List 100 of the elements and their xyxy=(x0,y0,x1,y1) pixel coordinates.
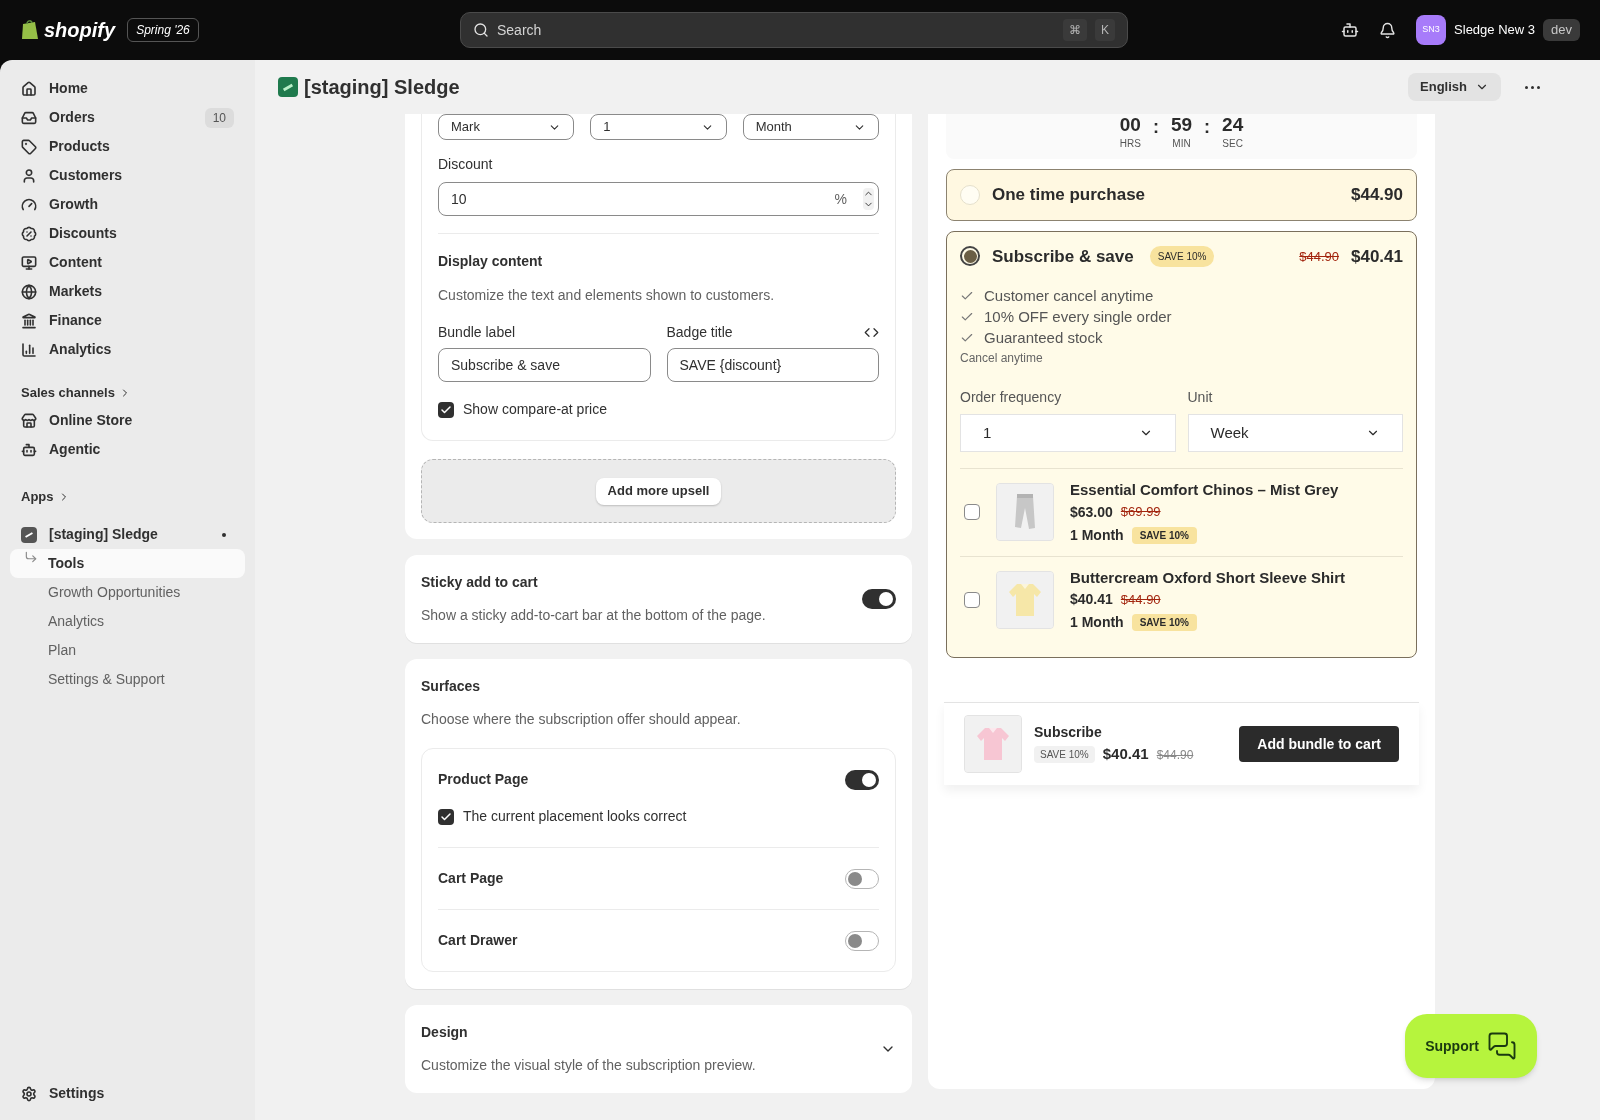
field-label: Discount xyxy=(438,155,494,174)
card-title: Sticky add to cart xyxy=(421,573,539,592)
checkbox[interactable] xyxy=(964,504,980,521)
app-item[interactable]: [staging] Sledge xyxy=(10,520,245,549)
purchase-option[interactable]: One time purchase $44.90 xyxy=(946,169,1417,221)
inbox-icon xyxy=(21,109,37,126)
more-icon[interactable] xyxy=(1525,85,1540,89)
stepper-icon[interactable] xyxy=(863,188,874,210)
nav-item[interactable]: Customers xyxy=(10,161,245,190)
search-placeholder: Search xyxy=(497,20,543,40)
option-label: One time purchase xyxy=(992,184,1146,206)
timer-unit: HRS xyxy=(1119,137,1141,151)
timer-value: 59 xyxy=(1170,114,1193,136)
nav-item[interactable]: Finance xyxy=(10,306,245,335)
benefit-text: 10% OFF every single order xyxy=(984,307,1172,327)
surface-label: Cart Drawer xyxy=(438,931,519,950)
subnav-item[interactable]: Analytics xyxy=(10,607,245,636)
subnav-item[interactable]: Plan xyxy=(10,636,245,665)
compare-price: $44.90 xyxy=(1156,746,1194,764)
note-text: Cancel anytime xyxy=(960,350,1044,367)
compare-price: $44.90 xyxy=(1299,247,1339,266)
select-field[interactable]: Week xyxy=(1187,414,1403,452)
edition-badge: Spring '26 xyxy=(127,18,199,42)
nav-item[interactable]: Settings xyxy=(10,1079,245,1108)
card-title: Design xyxy=(421,1023,469,1042)
nav-item[interactable]: Agentic xyxy=(10,435,245,464)
save-badge: SAVE 10% xyxy=(1131,526,1197,544)
nav-item[interactable]: Growth xyxy=(10,190,245,219)
bundle-label-field[interactable]: Subscribe & save xyxy=(438,348,651,382)
nav-item[interactable]: Home xyxy=(10,74,245,103)
subnav-item[interactable]: Settings & Support xyxy=(10,665,245,694)
nav-item[interactable]: Discounts xyxy=(10,219,245,248)
section-heading[interactable]: Sales channels xyxy=(10,380,245,406)
toggle-switch[interactable] xyxy=(845,930,879,951)
nav-item[interactable]: Online Store xyxy=(10,406,245,435)
checkmark-icon xyxy=(440,810,452,823)
toggle-switch[interactable] xyxy=(862,589,896,609)
timer-unit: MIN xyxy=(1172,137,1191,151)
bell-icon xyxy=(1379,21,1397,39)
select-field[interactable]: 1 xyxy=(960,414,1176,452)
badge-title-field[interactable]: SAVE {discount} xyxy=(666,348,879,382)
toggle-switch[interactable] xyxy=(845,769,879,790)
select-field[interactable]: 1 xyxy=(590,114,727,140)
option-price: $40.41 xyxy=(1351,245,1403,268)
add-to-cart-button[interactable]: Add bundle to cart xyxy=(1239,726,1399,762)
bar-chart-icon xyxy=(21,341,37,358)
nav-item[interactable]: Analytics xyxy=(10,335,245,364)
discount-field[interactable]: 10 % xyxy=(438,182,879,216)
shopping-bag-icon xyxy=(20,19,40,41)
surface-label: Product Page xyxy=(438,770,530,789)
timer-unit: SEC xyxy=(1222,137,1243,151)
count-badge: 10 xyxy=(204,107,234,128)
card-description: Show a sticky add-to-cart bar at the bottom of the page. xyxy=(421,606,767,625)
nav-item[interactable]: Content xyxy=(10,248,245,277)
sticky-price: $40.41 xyxy=(1102,744,1149,765)
support-button[interactable]: Support xyxy=(1405,1014,1537,1078)
logo-text[interactable]: shopify xyxy=(44,15,116,45)
app-logo-icon xyxy=(278,77,298,97)
option-price: $44.90 xyxy=(1351,184,1403,206)
add-upsell-button[interactable]: Add more upsell xyxy=(595,477,722,505)
robot-icon xyxy=(21,441,37,458)
app-logo-icon xyxy=(21,526,37,543)
search-icon xyxy=(473,22,489,38)
search-field[interactable]: Search ⌘ K xyxy=(460,12,1128,48)
field-label: Unit xyxy=(1187,388,1214,407)
shortcut-key: ⌘ xyxy=(1063,19,1087,41)
subnav-item[interactable]: Growth Opportunities xyxy=(10,578,245,607)
toggle-switch[interactable] xyxy=(845,868,879,889)
globe-icon xyxy=(21,283,37,300)
store-name[interactable]: Sledge New 3 xyxy=(1454,20,1536,40)
card-description: Customize the visual style of the subscription preview. xyxy=(421,1056,757,1075)
purchase-option[interactable] xyxy=(946,230,1417,658)
field-label: Order frequency xyxy=(960,388,1063,407)
gauge-icon xyxy=(21,196,37,213)
nav-item[interactable]: Products xyxy=(10,132,245,161)
checkbox[interactable] xyxy=(438,808,454,825)
checkbox[interactable] xyxy=(964,591,980,608)
tag-icon xyxy=(21,138,37,155)
subnav-item[interactable]: Tools xyxy=(10,549,245,578)
surface-label: Cart Page xyxy=(438,869,505,888)
nav-item[interactable]: Orders 10 xyxy=(10,103,245,132)
home-icon xyxy=(21,80,37,97)
nav-item[interactable]: Markets xyxy=(10,277,245,306)
timer-separator: : xyxy=(1204,116,1211,139)
checkbox[interactable] xyxy=(438,401,454,418)
select-field[interactable]: Mark xyxy=(438,114,575,140)
radio-button[interactable] xyxy=(960,246,980,267)
save-badge: SAVE 10% xyxy=(1149,245,1215,267)
field-label: Bundle label xyxy=(438,323,517,342)
product-name: Essential Comfort Chinos – Mist Grey xyxy=(1070,480,1339,500)
save-badge: SAVE 10% xyxy=(1131,614,1197,631)
option-label: Subscribe & save xyxy=(992,245,1134,268)
save-badge: SAVE 10% xyxy=(1034,746,1095,763)
chat-icon xyxy=(1486,1031,1517,1061)
settings-icon xyxy=(21,1085,37,1102)
section-heading[interactable]: Apps xyxy=(10,484,245,510)
product-name: Buttercream Oxford Short Sleeve Shirt xyxy=(1070,567,1346,588)
language-select[interactable]: English xyxy=(1408,73,1501,101)
product-price: $40.41 xyxy=(1070,590,1113,609)
select-field[interactable]: Month xyxy=(742,114,879,140)
